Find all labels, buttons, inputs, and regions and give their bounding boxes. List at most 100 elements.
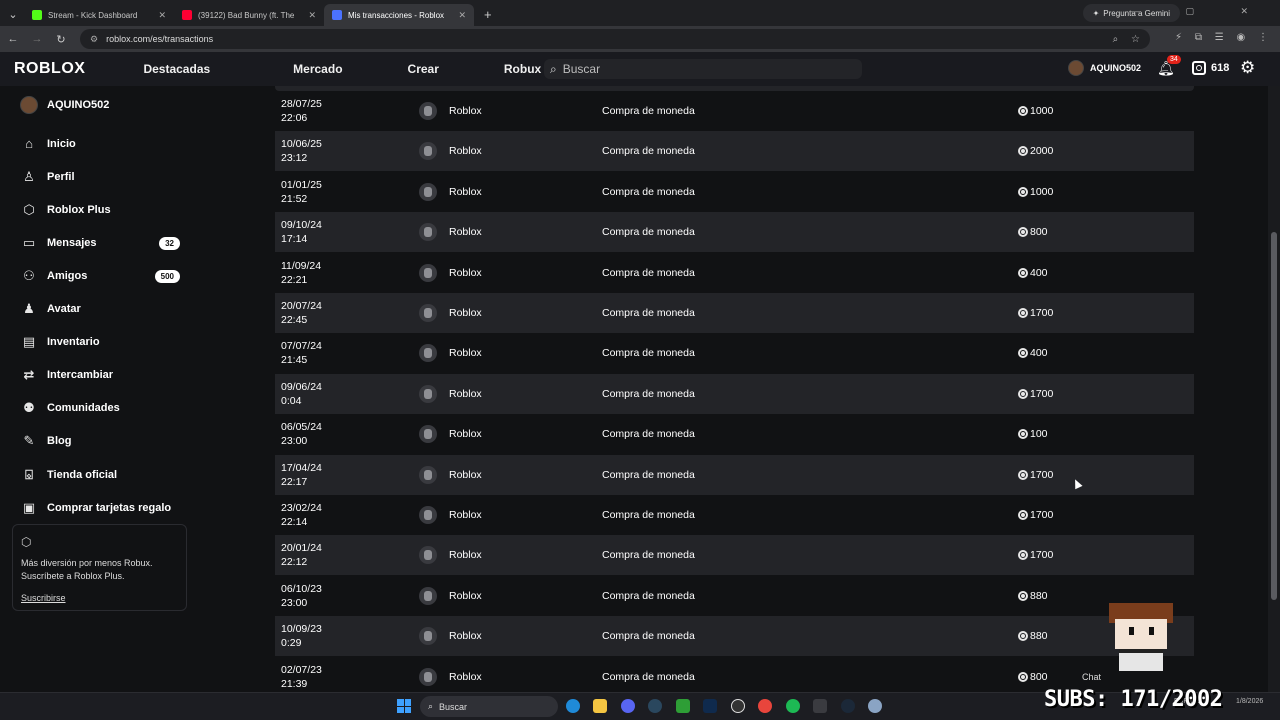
transaction-source[interactable]: Roblox xyxy=(419,182,482,201)
window-controls[interactable]: — ▢ ✕ xyxy=(1130,6,1270,17)
transaction-source[interactable]: Roblox xyxy=(419,425,482,444)
transaction-source[interactable]: Roblox xyxy=(419,223,482,242)
nav-robux[interactable]: Robux xyxy=(504,62,541,76)
profile-icon: ♙ xyxy=(23,169,35,184)
taskbar-search-text: Buscar xyxy=(439,701,468,712)
transaction-source[interactable]: Roblox xyxy=(419,344,482,363)
sidebar-item-perfil[interactable]: ♙ Perfil xyxy=(20,169,180,185)
steam-icon[interactable] xyxy=(648,699,662,713)
app-icon[interactable] xyxy=(813,699,827,713)
obs-icon[interactable] xyxy=(731,699,745,713)
time-text: 22:14 xyxy=(281,516,308,528)
promo-line-1: Más diversión por menos Robux. xyxy=(21,558,153,568)
site-settings-icon[interactable]: ⚙ xyxy=(90,34,98,45)
date-text: 23/02/24 xyxy=(281,502,322,514)
robux-balance[interactable]: 618 xyxy=(1192,61,1229,75)
forward-icon[interactable]: → xyxy=(26,33,48,45)
page-scrollbar[interactable] xyxy=(1268,86,1280,692)
sidebar-item-mensajes[interactable]: ▭ Mensajes 32 xyxy=(20,235,180,251)
xbox-icon[interactable] xyxy=(676,699,690,713)
windows-start-icon[interactable] xyxy=(397,699,411,713)
date-text: 11/09/24 xyxy=(281,259,322,272)
roblox-logo[interactable]: ROBLOX xyxy=(14,60,85,78)
transaction-description: Compra de moneda xyxy=(602,589,695,602)
sidebar-item-blog[interactable]: ✎ Blog xyxy=(20,433,180,449)
sidebar-item-label: Blog xyxy=(47,435,72,447)
close-tab-icon[interactable]: ✕ xyxy=(308,10,316,21)
sidebar-item-label: Mensajes xyxy=(47,237,97,249)
subscribe-link[interactable]: Suscribirse xyxy=(21,593,178,603)
nav-crear[interactable]: Crear xyxy=(408,62,439,76)
date-text: 10/09/23 xyxy=(281,623,322,636)
sidebar-item-comunidades[interactable]: ⚉ Comunidades xyxy=(20,400,180,416)
chrome-icon[interactable] xyxy=(758,699,772,713)
sidebar-item-intercambiar[interactable]: ⇄ Intercambiar xyxy=(20,367,180,383)
tab-list-icon[interactable]: ⌄ xyxy=(2,8,24,21)
transaction-source[interactable]: Roblox xyxy=(419,627,482,646)
taskbar-search[interactable]: ⌕ Buscar xyxy=(420,696,558,717)
sidebar-user[interactable]: AQUINO502 xyxy=(0,86,198,114)
transaction-source[interactable]: Roblox xyxy=(419,384,482,403)
url-action-icons[interactable]: ⌕ ☆ xyxy=(1113,34,1140,45)
sidebar-item-inicio[interactable]: ⌂ Inicio xyxy=(20,136,180,151)
file-explorer-icon[interactable] xyxy=(593,699,607,713)
roblox-thumbnail-icon xyxy=(419,425,437,444)
sidebar-item-amigos[interactable]: ⚇ Amigos 500 xyxy=(20,268,180,284)
date-text: 10/06/25 xyxy=(281,138,322,151)
transaction-date: 17/04/24 22:17 xyxy=(281,461,322,489)
nav-destacadas[interactable]: Destacadas xyxy=(143,62,210,76)
back-icon[interactable]: ← xyxy=(2,33,24,45)
tab-roblox-transactions[interactable]: Mis transacciones - Roblox ✕ xyxy=(324,4,474,26)
transaction-source[interactable]: Roblox xyxy=(419,102,482,120)
new-tab-icon[interactable]: + xyxy=(484,7,492,22)
table-row: 01/01/25 21:52 Roblox Compra de moneda 1000 xyxy=(275,172,1194,212)
transaction-description: Compra de moneda xyxy=(602,226,695,239)
photoshop-icon[interactable] xyxy=(703,699,717,713)
robux-icon xyxy=(1018,308,1028,318)
sidebar-item-comprar-tarjetas-regalo[interactable]: ▣ Comprar tarjetas regalo xyxy=(20,500,180,516)
transaction-source[interactable]: Roblox xyxy=(419,586,482,605)
spotify-icon[interactable] xyxy=(786,699,800,713)
source-name: Roblox xyxy=(449,589,482,602)
sidebar-item-roblox-plus[interactable]: ⬡ Roblox Plus xyxy=(20,202,180,218)
sidebar-item-tienda-oficial[interactable]: ⌺ Tienda oficial xyxy=(20,467,180,483)
close-tab-icon[interactable]: ✕ xyxy=(158,10,166,21)
sidebar-item-avatar[interactable]: ♟ Avatar xyxy=(20,301,180,317)
extension-icons[interactable]: ⚡ ⧉ ☰ ◉ ⋮ xyxy=(1175,32,1268,43)
transaction-date: 02/07/23 21:39 xyxy=(281,663,322,691)
transaction-source[interactable]: Roblox xyxy=(419,304,482,322)
chat-label[interactable]: Chat xyxy=(1082,672,1101,682)
transaction-source[interactable]: Roblox xyxy=(419,546,482,565)
transaction-source[interactable]: Roblox xyxy=(419,667,482,686)
search-input[interactable]: ⌕ Buscar xyxy=(544,59,862,79)
sidebar-item-label: Intercambiar xyxy=(47,369,114,381)
close-tab-icon[interactable]: ✕ xyxy=(458,10,466,21)
header-user[interactable]: AQUINO502 xyxy=(1068,60,1141,76)
edge-icon[interactable] xyxy=(566,699,580,713)
roblox-thumbnail-icon xyxy=(419,182,437,201)
count-badge: 500 xyxy=(154,269,180,283)
transaction-source[interactable]: Roblox xyxy=(419,506,482,524)
transaction-amount: 1000 xyxy=(1018,186,1053,198)
discord-icon[interactable] xyxy=(621,699,635,713)
transaction-amount: 1700 xyxy=(1018,509,1053,521)
scrollbar-thumb[interactable] xyxy=(1271,232,1277,600)
tab-youtube[interactable]: (39122) Bad Bunny (ft. The ✕ xyxy=(174,4,324,26)
reload-icon[interactable]: ↻ xyxy=(50,33,72,46)
transaction-amount: 800 xyxy=(1018,226,1048,238)
steam-icon-2[interactable] xyxy=(841,699,855,713)
date-text: 02/07/23 xyxy=(281,663,322,676)
transaction-source[interactable]: Roblox xyxy=(419,465,482,484)
time-text: 21:45 xyxy=(281,354,308,367)
gear-icon[interactable]: ⚙ xyxy=(1240,58,1255,78)
sidebar-item-inventario[interactable]: ▤ Inventario xyxy=(20,334,180,350)
url-field[interactable]: ⚙ roblox.com/es/transactions ⌕ ☆ xyxy=(80,29,1150,49)
time-text: 23:00 xyxy=(281,596,308,609)
transaction-source[interactable]: Roblox xyxy=(419,142,482,161)
transaction-source[interactable]: Roblox xyxy=(419,263,482,282)
settings-icon[interactable] xyxy=(868,699,882,713)
nav-mercado[interactable]: Mercado xyxy=(293,62,342,76)
tab-kick[interactable]: Stream - Kick Dashboard ✕ xyxy=(24,4,174,26)
transaction-date: 23/02/24 22:14 xyxy=(281,501,322,529)
source-name: Roblox xyxy=(449,307,482,319)
